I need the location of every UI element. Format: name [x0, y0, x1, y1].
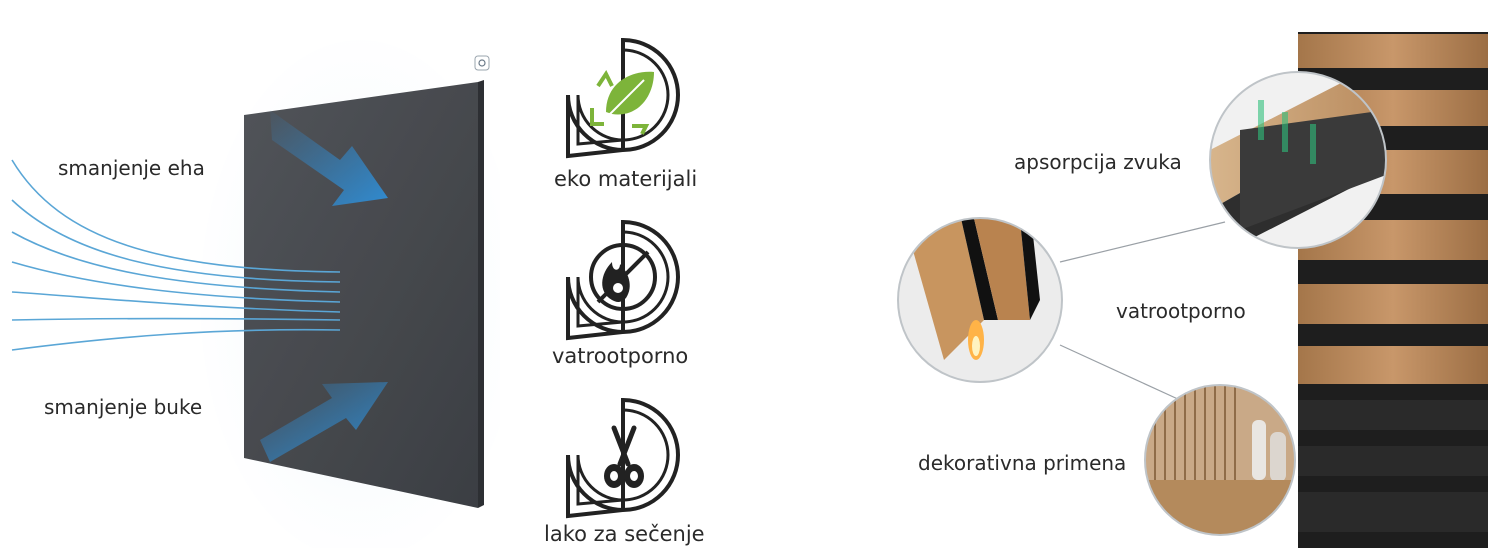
expand-icon[interactable] — [474, 55, 490, 71]
label-noise-reduction: smanjenje buke — [44, 395, 203, 419]
feature-eco-label: eko materijali — [548, 167, 704, 191]
feature-icons-column: eko materijali vatrootporno lako za seče… — [500, 12, 745, 548]
label-fire-resistant: vatrootporno — [1116, 299, 1246, 323]
feature-fire — [562, 216, 684, 344]
acoustic-panel-illustration — [0, 0, 500, 548]
label-decorative-use: dekorativna primena — [918, 451, 1127, 475]
feature-cut-label: lako za sečenje — [538, 522, 711, 546]
feature-fire-label: vatrootporno — [546, 344, 695, 368]
scissors-icon — [566, 397, 680, 519]
leaf-recycle-icon — [566, 37, 680, 159]
detail-fire — [898, 218, 1062, 382]
label-echo-reduction: smanjenje eha — [58, 156, 205, 180]
felt-panel-graphic — [11, 40, 500, 548]
feature-eco — [562, 34, 684, 162]
no-fire-icon — [566, 219, 680, 341]
feature-cut — [562, 394, 684, 522]
label-sound-absorption: apsorpcija zvuka — [1014, 150, 1182, 174]
